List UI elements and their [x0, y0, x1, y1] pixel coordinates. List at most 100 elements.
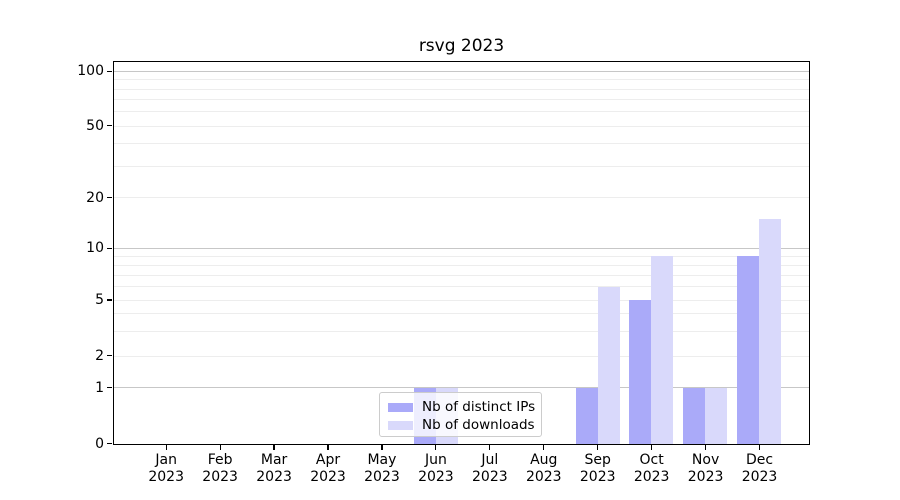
- legend-item-downloads: Nb of downloads: [388, 416, 533, 434]
- legend-swatch-downloads: [388, 421, 413, 430]
- bar-oct-distinct-ips: [629, 300, 651, 444]
- xtick-mark-aug: [543, 445, 544, 450]
- xtick-mark-dec: [759, 445, 760, 450]
- gridline-y-20: [114, 197, 809, 198]
- ytick-label-50: 50: [20, 118, 104, 134]
- ytick-label-1: 1: [20, 380, 104, 396]
- ytick-mark-10: [107, 248, 112, 249]
- xtick-mark-feb: [220, 445, 221, 450]
- bar-sep-downloads: [598, 287, 620, 444]
- chart-figure: rsvg 2023 Nb of distinct IPs Nb of downl…: [0, 0, 900, 500]
- xtick-year: 2023: [742, 469, 778, 486]
- gridline-y-50: [114, 126, 809, 127]
- xtick-mark-apr: [327, 445, 328, 450]
- gridline-y-80: [114, 89, 809, 90]
- xtick-month: Feb: [202, 452, 238, 469]
- xtick-mark-jul: [489, 445, 490, 450]
- gridline-y-10: [114, 248, 809, 249]
- xtick-year: 2023: [418, 469, 454, 486]
- gridline-y-5: [114, 300, 809, 301]
- ytick-mark-0: [107, 443, 112, 444]
- ytick-mark-5: [107, 299, 112, 300]
- legend-item-distinct-ips: Nb of distinct IPs: [388, 398, 533, 416]
- xtick-month: Mar: [256, 452, 292, 469]
- xtick-mark-may: [381, 445, 382, 450]
- xtick-label-nov: Nov2023: [688, 452, 724, 485]
- gridline-y-90: [114, 79, 809, 80]
- gridline-y-100: [114, 71, 809, 72]
- legend-label-distinct-ips: Nb of distinct IPs: [422, 399, 535, 415]
- gridline-y-9: [114, 256, 809, 257]
- ytick-label-20: 20: [20, 190, 104, 206]
- gridline-y-60: [114, 111, 809, 112]
- bar-nov-distinct-ips: [683, 388, 705, 444]
- ytick-label-5: 5: [20, 292, 104, 308]
- xtick-mark-oct: [651, 445, 652, 450]
- xtick-month: Oct: [634, 452, 670, 469]
- xtick-month: Jun: [418, 452, 454, 469]
- xtick-year: 2023: [688, 469, 724, 486]
- xtick-month: Apr: [310, 452, 346, 469]
- xtick-label-mar: Mar2023: [256, 452, 292, 485]
- bar-oct-downloads: [651, 256, 673, 444]
- xtick-label-aug: Aug2023: [526, 452, 562, 485]
- xtick-month: Nov: [688, 452, 724, 469]
- legend-label-downloads: Nb of downloads: [422, 417, 535, 433]
- ytick-label-0: 0: [20, 436, 104, 452]
- xtick-year: 2023: [256, 469, 292, 486]
- gridline-y-70: [114, 99, 809, 100]
- gridline-y-30: [114, 166, 809, 167]
- xtick-mark-jun: [435, 445, 436, 450]
- xtick-label-jan: Jan2023: [148, 452, 184, 485]
- gridline-y-40: [114, 143, 809, 144]
- xtick-mark-mar: [273, 445, 274, 450]
- xtick-month: Jul: [472, 452, 508, 469]
- ytick-label-2: 2: [20, 348, 104, 364]
- gridline-y-3: [114, 331, 809, 332]
- ytick-mark-100: [107, 71, 112, 72]
- xtick-mark-jan: [166, 445, 167, 450]
- legend: Nb of distinct IPs Nb of downloads: [379, 392, 542, 437]
- xtick-month: Jan: [148, 452, 184, 469]
- gridline-y-8: [114, 265, 809, 266]
- xtick-year: 2023: [310, 469, 346, 486]
- ytick-mark-20: [107, 197, 112, 198]
- xtick-month: May: [364, 452, 400, 469]
- chart-title: rsvg 2023: [113, 36, 810, 56]
- xtick-year: 2023: [580, 469, 616, 486]
- xtick-label-may: May2023: [364, 452, 400, 485]
- xtick-label-dec: Dec2023: [742, 452, 778, 485]
- xtick-label-feb: Feb2023: [202, 452, 238, 485]
- xtick-year: 2023: [148, 469, 184, 486]
- ytick-mark-50: [107, 125, 112, 126]
- ytick-mark-1: [107, 387, 112, 388]
- gridline-y-4: [114, 313, 809, 314]
- xtick-mark-sep: [597, 445, 598, 450]
- bar-dec-downloads: [759, 219, 781, 444]
- gridline-y-6: [114, 286, 809, 287]
- ytick-label-100: 100: [20, 63, 104, 79]
- xtick-label-oct: Oct2023: [634, 452, 670, 485]
- bar-sep-distinct-ips: [576, 388, 598, 444]
- xtick-month: Sep: [580, 452, 616, 469]
- ytick-mark-2: [107, 355, 112, 356]
- xtick-label-jul: Jul2023: [472, 452, 508, 485]
- legend-swatch-distinct-ips: [388, 403, 413, 412]
- xtick-label-jun: Jun2023: [418, 452, 454, 485]
- xtick-label-apr: Apr2023: [310, 452, 346, 485]
- plot-area: Nb of distinct IPs Nb of downloads: [113, 61, 810, 445]
- gridline-y-7: [114, 275, 809, 276]
- xtick-year: 2023: [526, 469, 562, 486]
- ytick-label-10: 10: [20, 240, 104, 256]
- xtick-month: Aug: [526, 452, 562, 469]
- bar-dec-distinct-ips: [737, 256, 759, 444]
- xtick-month: Dec: [742, 452, 778, 469]
- xtick-year: 2023: [364, 469, 400, 486]
- xtick-year: 2023: [472, 469, 508, 486]
- gridline-y-2: [114, 356, 809, 357]
- bar-nov-downloads: [705, 388, 727, 444]
- xtick-mark-nov: [705, 445, 706, 450]
- xtick-year: 2023: [202, 469, 238, 486]
- xtick-year: 2023: [634, 469, 670, 486]
- xtick-label-sep: Sep2023: [580, 452, 616, 485]
